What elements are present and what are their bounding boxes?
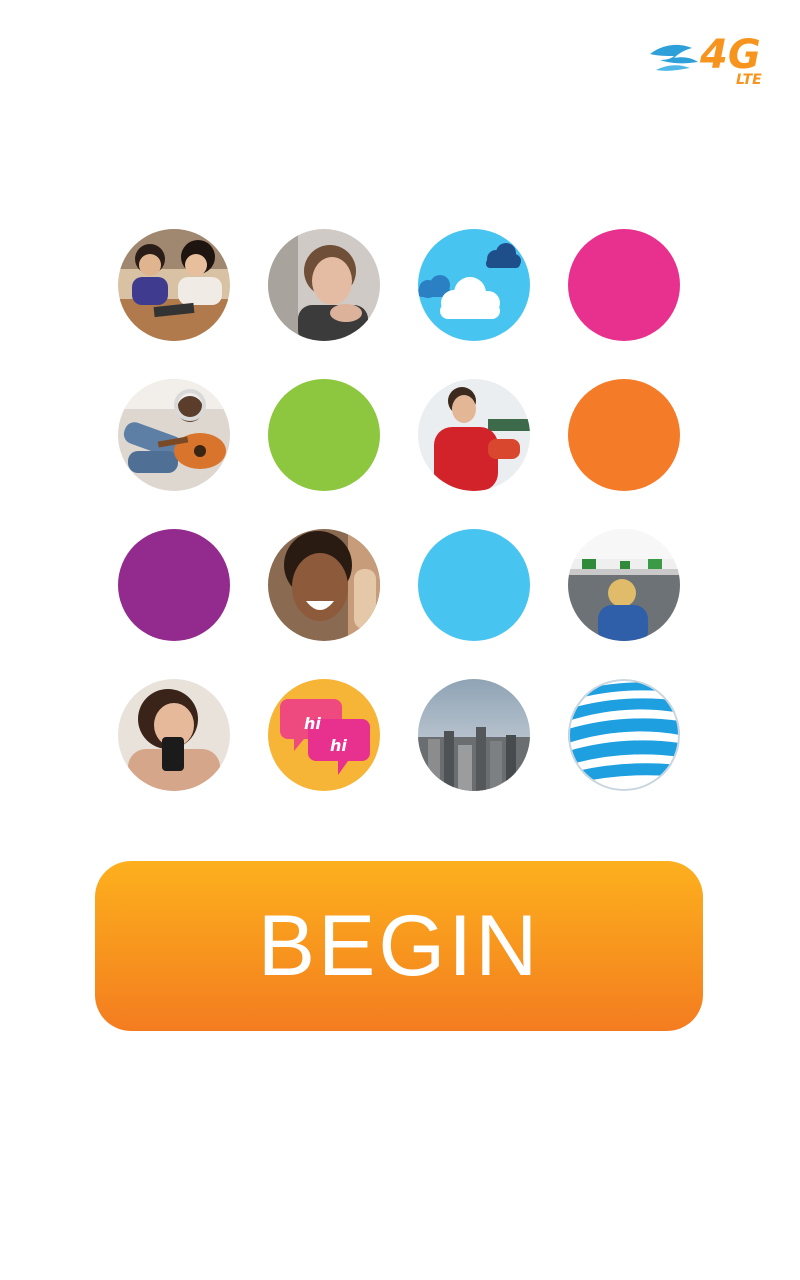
tile-grid: hi hi [118, 229, 682, 793]
att-globe-logo [568, 679, 680, 791]
4g-lte-logo: 4G LTE [648, 20, 778, 90]
photo-smiling-woman [268, 529, 380, 641]
chat-hi-text-2: hi [330, 736, 347, 755]
photo-kids-tablet [118, 229, 230, 341]
green-dot [268, 379, 380, 491]
pink-dot [568, 229, 680, 341]
blue-dot [418, 529, 530, 641]
photo-girl-guitar [118, 379, 230, 491]
chat-hi-tile: hi hi [268, 679, 380, 791]
chat-hi-text-1: hi [304, 714, 321, 733]
orange-dot [568, 379, 680, 491]
network-sub-label: LTE [736, 72, 762, 88]
photo-boy-red-shirt [418, 379, 530, 491]
purple-dot [118, 529, 230, 641]
photo-woman-phone [118, 679, 230, 791]
photo-boy-toys [568, 529, 680, 641]
photo-city-skyline [418, 679, 530, 791]
begin-button[interactable]: BEGIN [95, 861, 703, 1031]
photo-teen-boy [268, 229, 380, 341]
cloud-icon-tile [418, 229, 530, 341]
begin-button-label: BEGIN [257, 897, 541, 994]
